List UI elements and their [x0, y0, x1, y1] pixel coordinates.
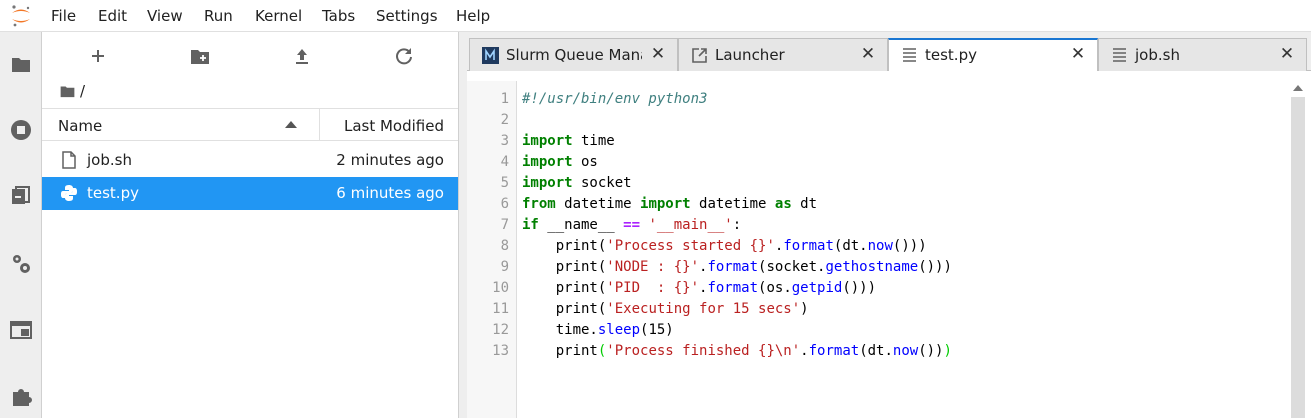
line-number: 5: [500, 175, 509, 191]
line-number: 8: [500, 238, 509, 254]
tab-label: Launcher: [715, 46, 785, 64]
code-line: 11 print('Executing for 15 secs'): [492, 299, 952, 320]
vertical-scrollbar[interactable]: [1291, 97, 1305, 418]
code-line-text: from datetime import datetime as dt: [522, 196, 818, 212]
line-number: 2: [500, 112, 509, 128]
running-icon[interactable]: [9, 118, 33, 142]
code-line: 9 print('NODE : {}'.format(socket.gethos…: [501, 257, 952, 278]
code-line-text: import time: [522, 133, 615, 149]
file-name: test.py: [87, 184, 139, 202]
menu-file[interactable]: File: [51, 7, 76, 25]
code-line-text: if __name__ == '__main__':: [522, 217, 742, 233]
code-line-text: import socket: [522, 175, 632, 191]
code-line-text: print('Process finished {}\n'.format(dt.…: [522, 343, 952, 359]
line-number: 12: [492, 322, 509, 338]
tabs-icon[interactable]: [9, 318, 33, 342]
slurm-icon: [482, 47, 499, 64]
commands-icon[interactable]: [9, 184, 33, 208]
code-line: 5 import socket: [501, 173, 952, 194]
tab-launcher[interactable]: Launcher ✕: [678, 38, 888, 71]
menu-bar: File Edit View Run Kernel Tabs Settings …: [0, 0, 1311, 32]
code-line: 10 print('PID : {}'.format(os.getpid())): [492, 278, 952, 299]
menu-settings[interactable]: Settings: [376, 7, 438, 25]
text-file-icon: [1113, 48, 1126, 62]
menu-run[interactable]: Run: [204, 7, 233, 25]
line-number: 6: [500, 196, 509, 212]
file-row-job-sh[interactable]: job.sh 2 minutes ago: [42, 144, 458, 177]
file-list-header: Name Last Modified: [42, 108, 458, 141]
code-line-text: import os: [522, 154, 598, 170]
code-area[interactable]: 1 #!/usr/bin/env python3 2 3 import time 4…: [492, 89, 952, 362]
activity-bar: [0, 32, 42, 418]
code-line: 8 print('Process started {}'.format(dt.n…: [501, 236, 952, 257]
code-line: 13 print('Process finished {}\n'.format(…: [492, 341, 952, 362]
property-inspector-icon[interactable]: [9, 252, 33, 276]
column-header-name[interactable]: Name: [58, 117, 102, 135]
code-line: 7 if __name__ == '__main__':: [501, 215, 952, 236]
refresh-icon[interactable]: [392, 44, 416, 68]
close-icon[interactable]: ✕: [649, 45, 667, 63]
code-line: 2: [501, 110, 952, 131]
close-icon[interactable]: ✕: [1278, 45, 1296, 63]
column-header-last-modified[interactable]: Last Modified: [344, 117, 444, 135]
code-line-text: print('Executing for 15 secs'): [522, 301, 809, 317]
tab-label: job.sh: [1135, 46, 1180, 64]
line-number: 1: [500, 91, 509, 107]
tab-job-sh[interactable]: job.sh ✕: [1098, 38, 1307, 71]
tab-slurm-queue-manager[interactable]: Slurm Queue Manager ✕: [469, 38, 678, 71]
line-number: 13: [492, 343, 509, 359]
code-line: 6 from datetime import datetime as dt: [501, 194, 952, 215]
text-file-icon: [903, 48, 916, 62]
code-line: 4 import os: [501, 152, 952, 173]
file-last-modified: 2 minutes ago: [336, 151, 444, 169]
sort-ascending-icon: [285, 121, 297, 128]
new-launcher-icon[interactable]: [86, 44, 110, 68]
tab-label: test.py: [925, 46, 977, 64]
code-editor[interactable]: 1 #!/usr/bin/env python3 2 3 import time 4…: [467, 71, 1311, 418]
code-line-text: time.sleep(15): [522, 322, 674, 338]
close-icon[interactable]: ✕: [1069, 45, 1087, 63]
new-folder-icon[interactable]: [188, 44, 212, 68]
menu-tabs[interactable]: Tabs: [322, 7, 355, 25]
column-divider[interactable]: [319, 109, 320, 140]
code-line-text: print('Process started {}'.format(dt.now…: [522, 238, 927, 254]
line-number: 9: [500, 259, 509, 275]
menu-edit[interactable]: Edit: [98, 7, 127, 25]
upload-icon[interactable]: [290, 44, 314, 68]
line-number: 3: [500, 133, 509, 149]
scroll-up-arrow-icon[interactable]: [1293, 85, 1303, 91]
tab-test-py[interactable]: test.py ✕: [888, 38, 1098, 72]
code-line: 3 import time: [501, 131, 952, 152]
line-number: 10: [492, 280, 509, 296]
folder-icon[interactable]: [9, 52, 33, 76]
extensions-icon[interactable]: [9, 384, 33, 408]
menu-help[interactable]: Help: [456, 7, 490, 25]
tab-bar: Slurm Queue Manager ✕ Launcher ✕ test.py…: [467, 32, 1311, 72]
folder-icon[interactable]: [60, 85, 75, 98]
code-line: 1 #!/usr/bin/env python3: [501, 89, 952, 110]
menu-kernel[interactable]: Kernel: [255, 7, 302, 25]
launcher-icon: [692, 48, 707, 63]
tab-label: Slurm Queue Manager: [506, 46, 642, 64]
panel-splitter[interactable]: [459, 32, 467, 418]
code-line-text: print('NODE : {}'.format(socket.gethostn…: [522, 259, 952, 275]
file-browser: / Name Last Modified job.sh 2 minutes ag…: [42, 32, 459, 418]
file-row-test-py[interactable]: test.py 6 minutes ago: [42, 177, 458, 210]
jupyter-logo-icon: [12, 5, 30, 27]
code-line: 12 time.sleep(15): [492, 320, 952, 341]
line-number: 7: [500, 217, 509, 233]
code-line-text: #!/usr/bin/env python3: [522, 91, 708, 107]
code-line-text: print('PID : {}'.format(os.getpid())): [522, 280, 877, 296]
menu-view[interactable]: View: [147, 7, 183, 25]
close-icon[interactable]: ✕: [859, 45, 877, 63]
breadcrumb-root[interactable]: /: [80, 82, 85, 100]
file-icon: [62, 151, 76, 169]
file-name: job.sh: [87, 151, 132, 169]
file-last-modified: 6 minutes ago: [336, 184, 444, 202]
python-icon: [61, 185, 77, 201]
line-number: 11: [492, 301, 509, 317]
line-number: 4: [500, 154, 509, 170]
